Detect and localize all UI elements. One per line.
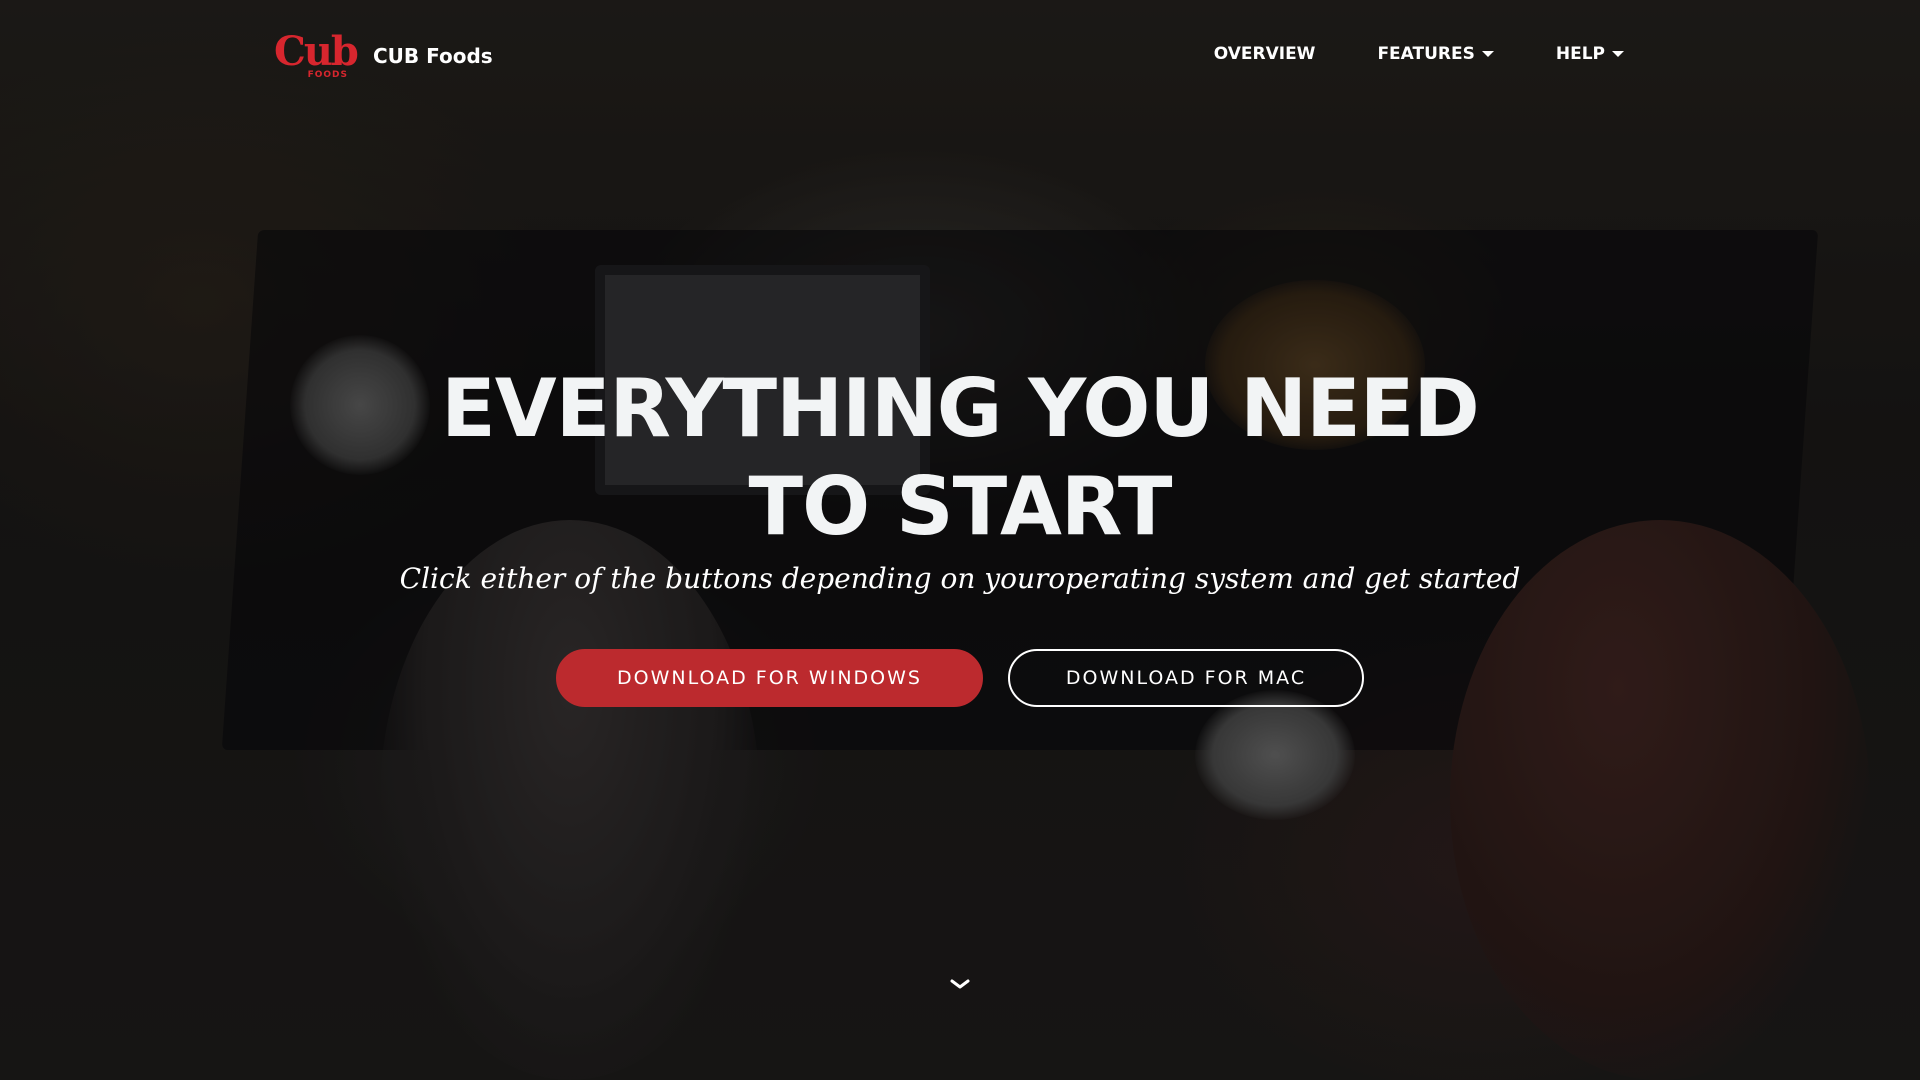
nav-help-label: HELP <box>1555 44 1605 64</box>
nav-help-dropdown[interactable]: HELP <box>1556 44 1624 64</box>
download-mac-button[interactable]: DOWNLOAD FOR MAC <box>1008 649 1364 707</box>
logo-text: Cub <box>274 28 359 75</box>
download-windows-button[interactable]: DOWNLOAD FOR WINDOWS <box>556 649 983 707</box>
hero-subheadline: Click either of the buttons depending on… <box>399 562 1521 595</box>
nav-overview-label: OVERVIEW <box>1213 44 1316 64</box>
hero-section: Cub FOODS CUB Foods OVERVIEW FEATURES HE… <box>0 0 1920 1080</box>
nav-links: OVERVIEW FEATURES HELP <box>1214 44 1624 64</box>
caret-down-icon <box>1612 51 1624 57</box>
caret-down-icon <box>1481 51 1494 57</box>
brand-name[interactable]: CUB Foods <box>373 44 493 68</box>
nav-features-label: FEATURES <box>1377 44 1475 64</box>
nav-features-dropdown[interactable]: FEATURES <box>1377 44 1494 64</box>
nav-overview-link[interactable]: OVERVIEW <box>1214 44 1316 64</box>
hero-headline: EVERYTHING YOU NEED TO START <box>0 360 1920 556</box>
download-buttons: DOWNLOAD FOR WINDOWS DOWNLOAD FOR MAC <box>0 649 1920 707</box>
chevron-down-icon[interactable] <box>950 976 970 990</box>
logo-subtext: FOODS <box>307 70 348 80</box>
headline-line-1: EVERYTHING YOU NEED <box>441 362 1480 455</box>
headline-line-2: TO START <box>748 460 1173 553</box>
cub-logo[interactable]: Cub FOODS <box>274 30 359 81</box>
top-navbar: Cub FOODS CUB Foods OVERVIEW FEATURES HE… <box>0 0 1920 110</box>
